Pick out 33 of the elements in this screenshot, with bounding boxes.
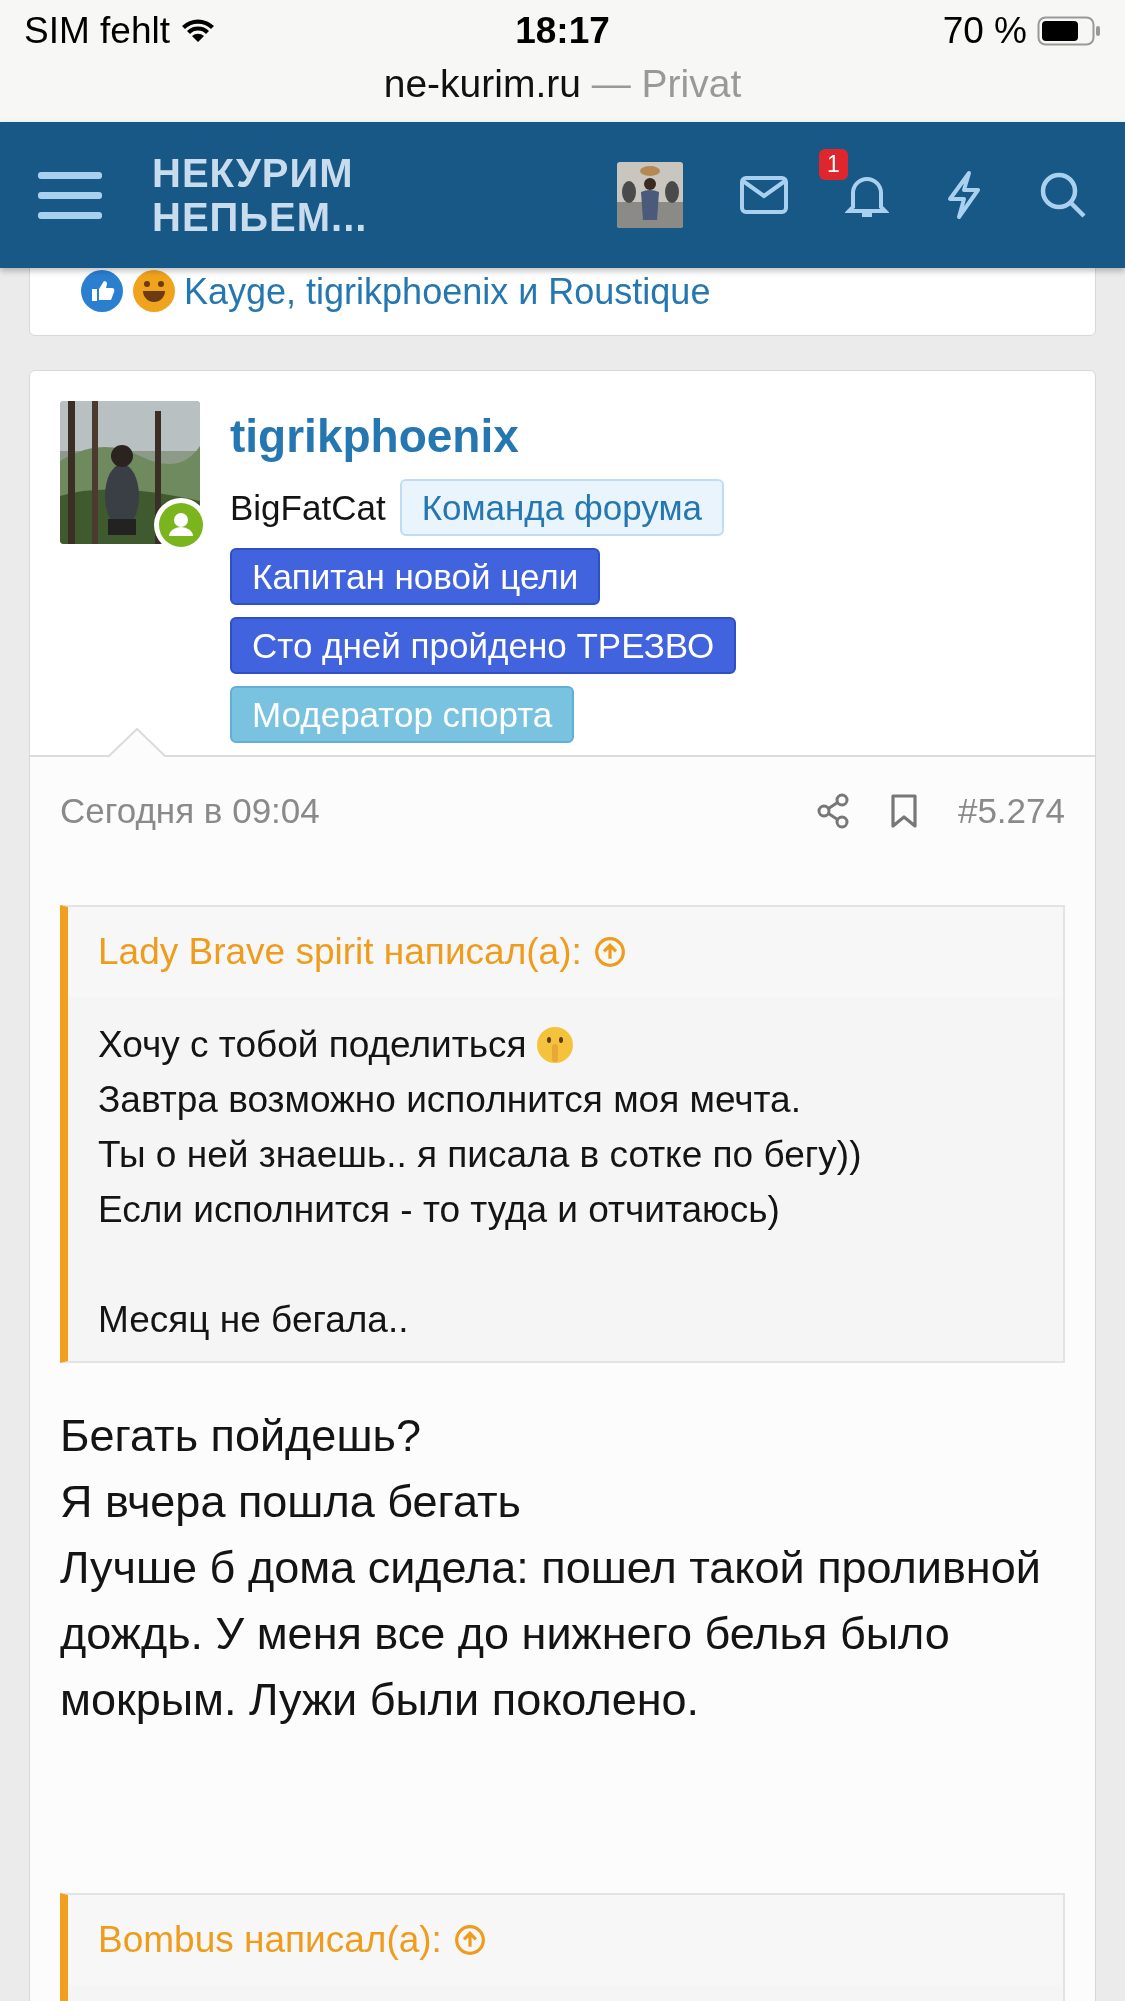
site-logo[interactable]: НЕКУРИМ НЕПЬЕМ... bbox=[152, 151, 368, 239]
post-text: Лучше б дома сидела: пошел такой проливной дождь. У меня все до нижнего белья было мокрым. Лужи были поколено. bbox=[60, 1541, 1042, 1727]
carrier-text: SIM fehlt bbox=[24, 10, 170, 52]
user-banner: Капитан новой цели bbox=[230, 548, 601, 605]
address-bar[interactable]: ne-kurim.ru — Privat bbox=[24, 62, 1101, 106]
user-banner: Модератор спорта bbox=[230, 686, 575, 743]
battery-icon bbox=[1037, 16, 1101, 46]
quote-text: Ты о ней знаешь.. я писала в сотке по бегу)) bbox=[98, 1133, 862, 1177]
envelope-icon[interactable] bbox=[739, 175, 789, 215]
notification-badge: 1 bbox=[819, 149, 848, 180]
quote-text: Месяц не бегала.. bbox=[98, 1298, 409, 1342]
shushing-face-icon bbox=[536, 1025, 575, 1064]
quote-text: Хочу с тобой поделиться bbox=[98, 1023, 527, 1067]
laugh-reaction-icon bbox=[132, 269, 176, 313]
user-banner: Сто дней пройдено ТРЕЗВО bbox=[230, 617, 737, 674]
user-banner: Команда форума bbox=[399, 479, 724, 536]
search-icon[interactable] bbox=[1039, 171, 1087, 219]
clock-text: 18:17 bbox=[515, 10, 610, 52]
lightning-icon[interactable] bbox=[945, 170, 983, 220]
quote-text: Завтра возможно исполнится моя мечта. bbox=[98, 1078, 801, 1122]
wifi-icon bbox=[180, 17, 216, 45]
user-title: BigFatCat bbox=[230, 487, 386, 528]
reactions-text[interactable]: Kayge, tigrikphoenix и Roustique bbox=[184, 271, 711, 313]
post-number-link[interactable]: #5.274 bbox=[957, 791, 1065, 831]
quote-text: Если исполнится - то туда и отчитаюсь) bbox=[98, 1188, 780, 1232]
bookmark-icon[interactable] bbox=[889, 793, 918, 829]
post-text: Бегать пойдешь? bbox=[60, 1409, 422, 1463]
battery-text: 70 % bbox=[942, 10, 1027, 52]
share-icon[interactable] bbox=[815, 793, 850, 829]
username-link[interactable]: tigrikphoenix bbox=[230, 409, 519, 463]
like-reaction-icon bbox=[80, 269, 124, 313]
post-date[interactable]: Сегодня в 09:04 bbox=[60, 791, 320, 831]
post-text: Я вчера пошла бегать bbox=[60, 1475, 522, 1529]
